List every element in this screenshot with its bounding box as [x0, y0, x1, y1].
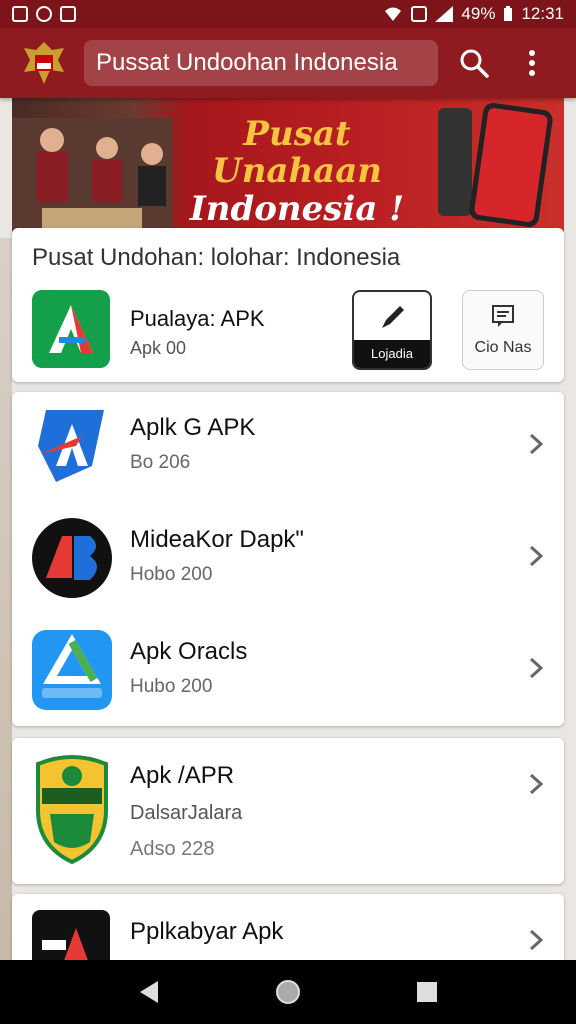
- featured-app-name: Pualaya: APK: [130, 306, 265, 331]
- banner-line-1: Pusat Unahaan: [212, 114, 382, 192]
- app-sub: Adso 228: [130, 838, 215, 860]
- banner-headline: Pusat Unahaan Indonesia !: [172, 114, 422, 229]
- chevron-right-icon: [529, 433, 544, 455]
- triangle-logo-icon: [32, 630, 112, 710]
- search-icon[interactable]: [452, 41, 496, 85]
- app-card[interactable]: Apk /APR DalsarJalara Adso 228: [12, 738, 564, 884]
- recents-icon[interactable]: [407, 972, 447, 1012]
- phone-image-2: [468, 101, 554, 229]
- battery-percent: 49%: [461, 4, 496, 23]
- background-strip: [0, 238, 12, 960]
- promo-banner[interactable]: Pusat Unahaan Indonesia !: [12, 98, 564, 238]
- chevron-right-icon: [529, 657, 544, 679]
- green-a-icon[interactable]: [32, 290, 110, 368]
- list-item[interactable]: Aplk G APK Bo 206: [12, 392, 564, 502]
- app-sub: Bo 206: [130, 452, 191, 473]
- list-item[interactable]: Apk Oracls Hubo 200: [12, 616, 564, 726]
- featured-app-sub: Apk 00: [130, 338, 187, 358]
- chevron-right-icon: [529, 545, 544, 567]
- app-bar: Pussat Undoohan Indonesia: [0, 28, 576, 98]
- sim-icon: [411, 6, 428, 22]
- phone-image: [438, 108, 472, 216]
- blue-arrow-icon: [38, 410, 104, 482]
- chevron-right-icon: [529, 929, 544, 951]
- app-name: Pplkabyar Apk: [130, 918, 284, 945]
- featured-title: Pusat Undohan: lolohar: Indonesia: [32, 244, 401, 271]
- shield-badge-icon: [36, 755, 108, 864]
- app-sub: Hobo 200: [130, 564, 213, 585]
- app-name: MideaKor Dapk": [130, 526, 304, 553]
- notification-icon: [12, 6, 28, 22]
- app-list-card: Aplk G APK Bo 206 MideaKor Dapk" Hobo 20…: [12, 392, 564, 726]
- navigation-bar: [0, 960, 576, 1024]
- chevron-right-icon: [529, 773, 544, 795]
- battery-icon: [504, 6, 513, 21]
- people-image: [12, 118, 172, 238]
- clock: 12:31: [521, 4, 564, 23]
- info-button[interactable]: Cio Nas: [462, 290, 544, 370]
- home-icon[interactable]: [268, 972, 308, 1012]
- signal-icon: [435, 6, 454, 22]
- app-name: Aplk G APK: [130, 414, 256, 441]
- emblem-icon: [20, 39, 68, 87]
- install-button[interactable]: Lojadia: [352, 290, 432, 370]
- app-title[interactable]: Pussat Undoohan Indonesia: [84, 40, 438, 86]
- info-label: Cio Nas: [474, 339, 532, 356]
- wifi-icon: [385, 7, 402, 21]
- featured-card: Pusat Undohan: lolohar: Indonesia Pualay…: [12, 228, 564, 382]
- notification-icon-2: [36, 6, 52, 22]
- lock-icon: [60, 6, 76, 22]
- banner-line-2: Indonesia !: [189, 188, 405, 229]
- app-sub: Hubo 200: [130, 676, 213, 697]
- app-name: Apk /APR: [130, 762, 235, 789]
- pencil-icon: [354, 300, 430, 337]
- list-item[interactable]: MideaKor Dapk" Hobo 200: [12, 504, 564, 614]
- install-label: Lojadia: [354, 340, 430, 368]
- overflow-menu-icon[interactable]: [510, 41, 554, 85]
- app-developer: DalsarJalara: [130, 802, 243, 824]
- status-bar: 49% 12:31: [0, 0, 576, 28]
- app-name: Apk Oracls: [130, 638, 248, 665]
- ab-logo-icon: [32, 518, 112, 598]
- back-icon[interactable]: [129, 972, 169, 1012]
- note-icon: [463, 303, 543, 334]
